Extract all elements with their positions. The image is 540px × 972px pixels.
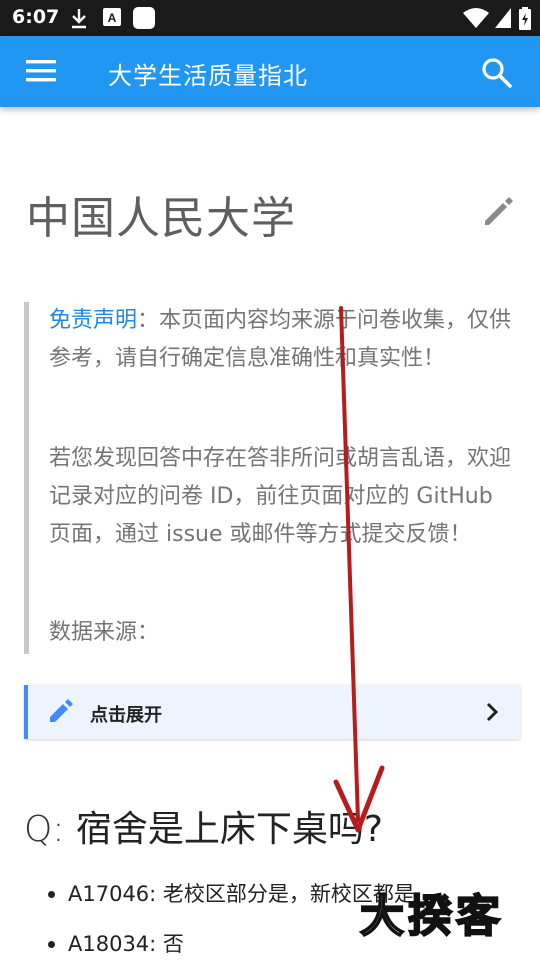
disclaimer-quote: 免责声明：本页面内容均来源于问卷收集，仅供参考，请自行确定信息准确性和真实性！ … bbox=[24, 302, 519, 654]
chevron-right-icon bbox=[486, 702, 499, 722]
question-prefix: Q: bbox=[24, 809, 65, 850]
font-icon: A bbox=[103, 8, 121, 26]
wifi-icon bbox=[463, 8, 489, 28]
expand-panel[interactable]: 点击展开 bbox=[24, 685, 520, 739]
download-icon bbox=[72, 9, 86, 29]
data-source-label: 数据来源： bbox=[49, 620, 160, 645]
question-text: 宿舍是上床下桌吗? bbox=[75, 809, 384, 850]
status-bar: 6:07 A bbox=[0, 0, 540, 36]
disclaimer-link[interactable]: 免责声明 bbox=[49, 308, 137, 333]
watermark: 大揆客 bbox=[359, 890, 504, 943]
battery-icon bbox=[519, 7, 531, 30]
search-icon[interactable] bbox=[480, 56, 514, 90]
app-notification-icon bbox=[133, 7, 155, 29]
pencil-icon bbox=[50, 699, 73, 722]
status-time: 6:07 bbox=[12, 6, 60, 28]
menu-icon[interactable] bbox=[24, 56, 58, 86]
disclaimer-paragraph: 免责声明：本页面内容均来源于问卷收集，仅供参考，请自行确定信息准确性和真实性！ bbox=[49, 302, 519, 378]
question-heading: Q: 宿舍是上床下桌吗? bbox=[24, 800, 383, 852]
expand-panel-label: 点击展开 bbox=[90, 705, 162, 726]
edit-page-icon[interactable] bbox=[480, 194, 516, 230]
svg-text:A: A bbox=[108, 11, 117, 25]
cellular-signal-icon bbox=[495, 8, 511, 28]
feedback-paragraph: 若您发现回答中存在答非所问或胡言乱语，欢迎记录对应的问卷 ID，前往页面对应的 … bbox=[49, 446, 512, 547]
app-title: 大学生活质量指北 bbox=[108, 62, 308, 90]
app-bar: 大学生活质量指北 bbox=[0, 36, 540, 107]
page-title: 中国人民大学 bbox=[26, 193, 296, 244]
